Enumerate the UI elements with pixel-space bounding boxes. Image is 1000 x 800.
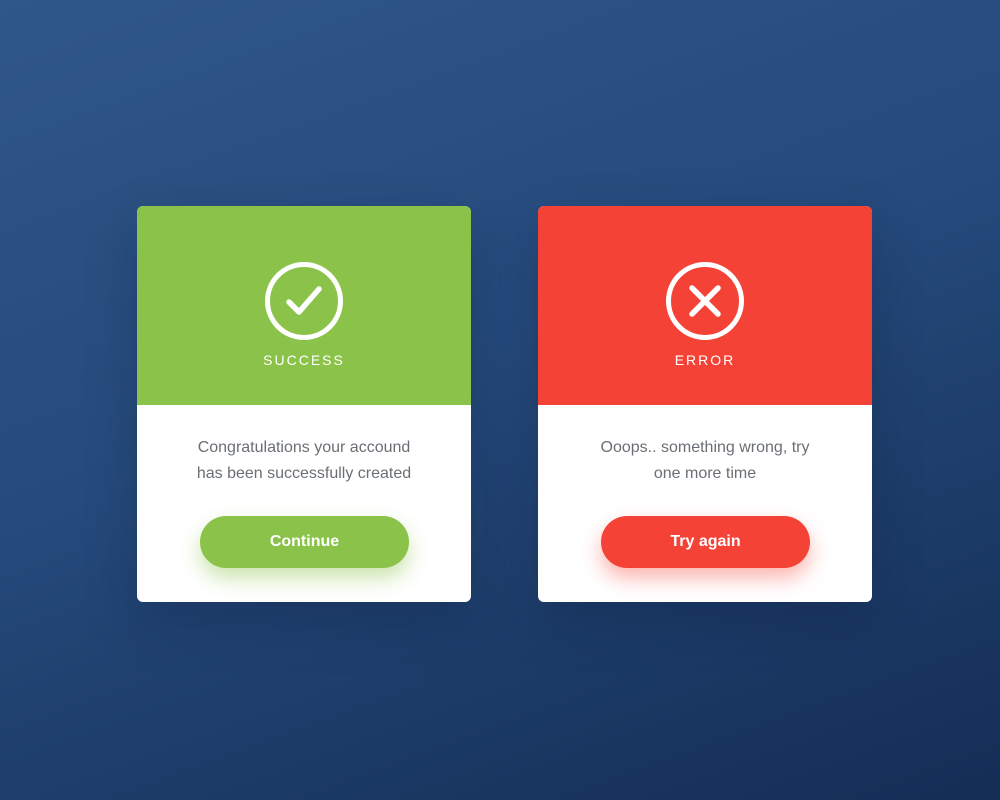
page-background: { "colors": { "success": "#8bc34a", "err…	[0, 0, 1000, 800]
x-circle-icon	[666, 262, 744, 340]
continue-button[interactable]: Continue	[200, 516, 409, 568]
error-message-line-2: one more time	[653, 465, 757, 482]
error-message: Ooops.. something wrong, try one more ti…	[568, 435, 842, 487]
success-message: Congratulations your accound has been su…	[167, 435, 441, 487]
success-message-line-1: Congratulations your accound	[197, 439, 411, 456]
error-message-line-1: Ooops.. something wrong, try	[600, 439, 810, 456]
checkmark-circle-icon	[265, 262, 343, 340]
error-card-header: ERROR	[538, 206, 872, 405]
success-message-line-2: has been successfully created	[196, 465, 412, 482]
try-again-button[interactable]: Try again	[601, 516, 810, 568]
success-title: SUCCESS	[263, 352, 345, 368]
error-title: ERROR	[674, 352, 736, 368]
success-card-header: SUCCESS	[137, 206, 471, 405]
error-card: ERROR Ooops.. something wrong, try one m…	[538, 206, 872, 602]
success-card: SUCCESS Congratulations your accound has…	[137, 206, 471, 602]
